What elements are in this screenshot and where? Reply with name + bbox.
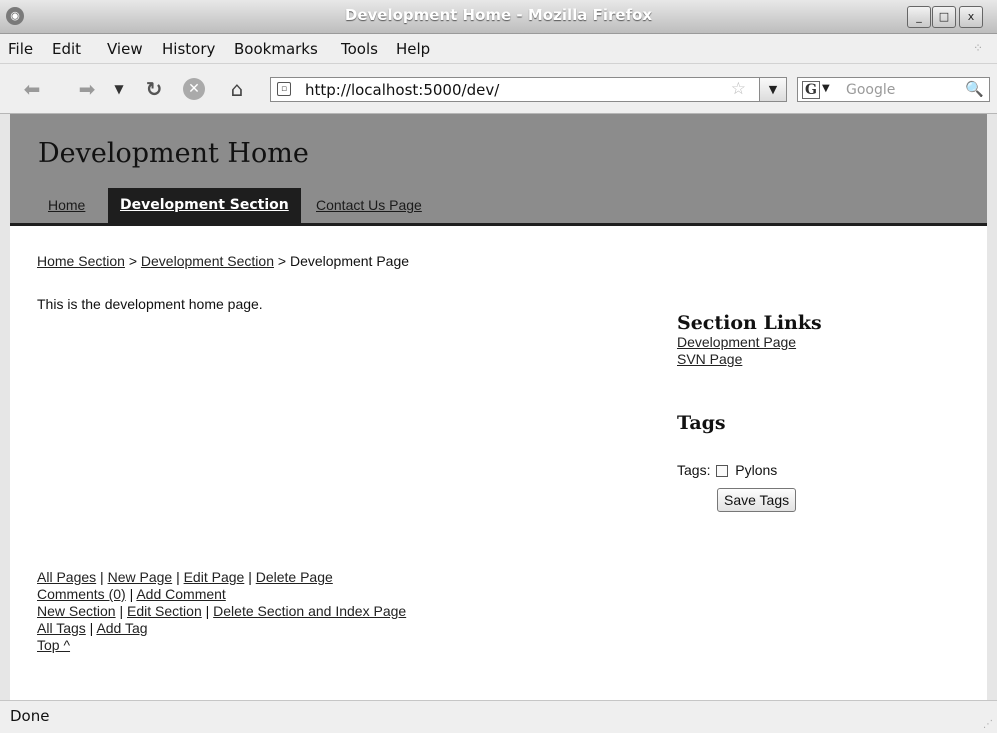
separator: | [176,569,180,585]
footer-row-top: Top ^ [37,637,406,654]
page-content: Home Section > Development Section > Dev… [10,226,987,700]
footer-row-comments: Comments (0) | Add Comment [37,586,406,603]
throbber-icon: ⁘ [973,41,984,55]
maximize-button[interactable]: □ [932,6,956,28]
link-all-tags[interactable]: All Tags [37,620,86,636]
link-development-page[interactable]: Development Page [677,334,796,350]
menu-tools[interactable]: Tools [341,40,378,58]
frame-right-edge [987,114,997,700]
search-magnifier-icon[interactable]: 🔍 [965,80,984,98]
link-all-pages[interactable]: All Pages [37,569,96,585]
link-top[interactable]: Top ^ [37,637,70,653]
reload-icon[interactable]: ↻ [142,77,166,101]
page-icon: ▫ [277,82,291,96]
menu-help[interactable]: Help [396,40,430,58]
engine-dropdown-icon[interactable]: ▼ [822,83,830,94]
separator: | [248,569,252,585]
breadcrumb-home-section[interactable]: Home Section [37,253,125,269]
stop-icon[interactable]: ✕ [183,78,205,100]
home-icon[interactable]: ⌂ [225,77,249,101]
breadcrumb-separator: > [128,253,138,269]
breadcrumb: Home Section > Development Section > Dev… [37,253,409,269]
footer-row-sections: New Section | Edit Section | Delete Sect… [37,603,406,620]
tags-heading: Tags [677,412,726,434]
link-edit-section[interactable]: Edit Section [127,603,202,619]
link-new-page[interactable]: New Page [108,569,173,585]
sidebar-section-links: Section Links Development Page SVN Page [677,312,977,368]
window-title: Development Home - Mozilla Firefox [344,6,653,24]
intro-text: This is the development home page. [37,296,263,312]
back-arrow-icon[interactable]: ⬅ [20,77,44,101]
site-title: Development Home [38,138,309,169]
breadcrumb-current: Development Page [289,253,410,269]
link-add-comment[interactable]: Add Comment [136,586,225,602]
tab-contact-us-page[interactable]: Contact Us Page [304,188,434,223]
tag-label-pylons[interactable]: Pylons [735,462,777,478]
separator: | [119,603,124,619]
url-text[interactable]: http://localhost:5000/dev/ [305,81,499,99]
link-add-tag[interactable]: Add Tag [96,620,147,636]
footer-links: All Pages | New Page | Edit Page | Delet… [37,569,406,654]
status-bar: Done ⋰ [0,700,997,733]
menu-view[interactable]: View [107,40,143,58]
minimize-button[interactable]: _ [907,6,931,28]
menu-bar: File Edit View History Bookmarks Tools H… [0,34,997,64]
navigation-toolbar: ⬅ ➡ ▼ ↻ ✕ ⌂ ▫ http://localhost:5000/dev/… [0,64,997,114]
tab-development-section[interactable]: Development Section [108,188,301,223]
bookmark-star-icon[interactable]: ☆ [731,79,746,99]
menu-edit[interactable]: Edit [52,40,81,58]
footer-row-tags: All Tags | Add Tag [37,620,406,637]
separator: | [129,586,134,602]
link-delete-page[interactable]: Delete Page [256,569,333,585]
save-tags-button[interactable]: Save Tags [717,488,797,512]
menu-history[interactable]: History [162,40,215,58]
menu-file[interactable]: File [8,40,33,58]
google-engine-icon[interactable]: G [802,81,820,99]
footer-row-pages: All Pages | New Page | Edit Page | Delet… [37,569,406,586]
tag-checkbox-pylons[interactable] [716,465,729,477]
section-links-heading: Section Links [677,312,822,334]
close-button[interactable]: x [959,6,983,28]
history-dropdown-icon[interactable]: ▼ [107,77,131,101]
link-svn-page[interactable]: SVN Page [677,351,742,367]
link-delete-section[interactable]: Delete Section and Index Page [213,603,406,619]
url-dropdown-icon[interactable]: ▼ [759,78,786,101]
separator: | [100,569,104,585]
breadcrumb-separator: > [277,253,287,269]
menu-bookmarks[interactable]: Bookmarks [234,40,318,58]
window-titlebar: ◉ Development Home - Mozilla Firefox _ □… [0,0,997,34]
search-input[interactable]: Google [846,82,895,98]
link-new-section[interactable]: New Section [37,603,116,619]
link-comments[interactable]: Comments (0) [37,586,126,602]
tab-home[interactable]: Home [36,188,97,223]
forward-arrow-icon[interactable]: ➡ [75,77,99,101]
status-text: Done [10,707,50,725]
breadcrumb-development-section[interactable]: Development Section [141,253,274,269]
tags-label: Tags: [677,462,711,478]
separator: | [205,603,210,619]
tags-form-row: Tags: Pylons [677,462,777,478]
resize-grip-icon[interactable]: ⋰ [983,719,993,730]
site-header: Development Home Home Development Sectio… [10,114,987,226]
search-bar[interactable]: G ▼ Google 🔍 [797,77,990,102]
address-bar[interactable]: ▫ http://localhost:5000/dev/ ☆ ▼ [270,77,787,102]
link-edit-page[interactable]: Edit Page [184,569,245,585]
frame-left-edge [0,114,10,700]
separator: | [89,620,94,636]
